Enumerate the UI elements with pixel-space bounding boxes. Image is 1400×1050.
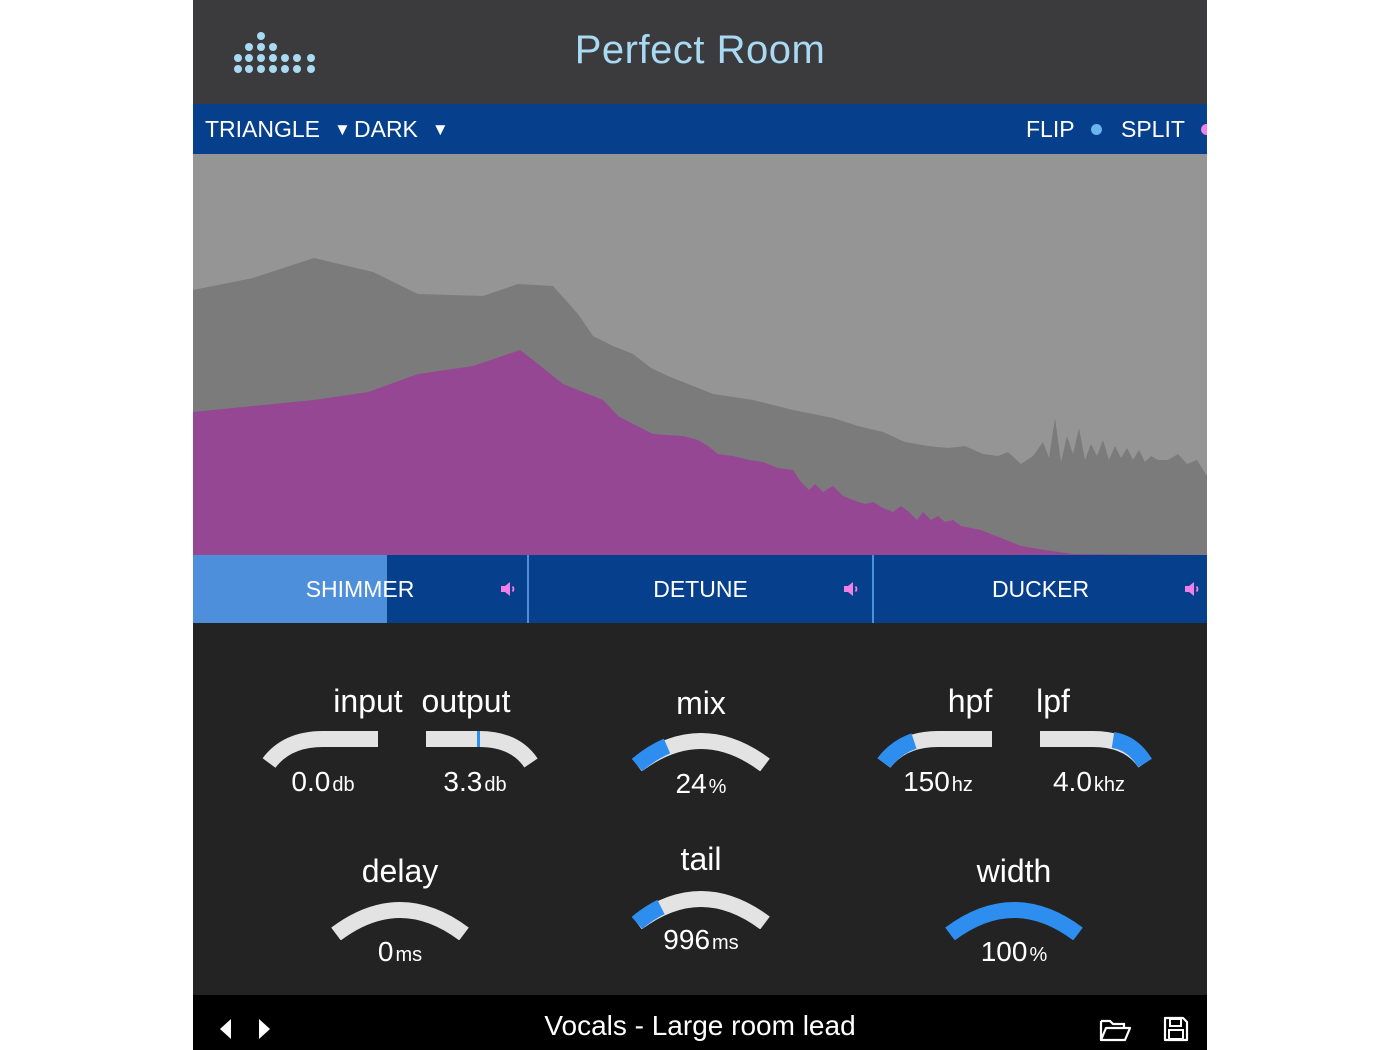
mix-value: 24% xyxy=(675,768,727,799)
preset-name[interactable]: Vocals - Large room lead xyxy=(193,1010,1207,1042)
lpf-knob[interactable] xyxy=(1031,725,1157,769)
width-knob[interactable] xyxy=(942,898,1086,940)
shape-dropdown-label: TRIANGLE xyxy=(205,116,321,142)
plugin-window: Perfect Room TRIANGLE ▼ DARK ▼ FLIP SPLI… xyxy=(193,0,1207,1050)
hpf-knob[interactable] xyxy=(876,725,1002,769)
delay-label: delay xyxy=(361,853,439,889)
speaker-icon[interactable] xyxy=(499,580,517,598)
header-bar: Perfect Room xyxy=(193,0,1207,104)
controls-panel: input 0.0 db output 3.3 db mix 24% hpf 150… xyxy=(193,623,1207,995)
tail-label: tail xyxy=(680,841,722,877)
output-label: output xyxy=(421,683,511,719)
input-value: 0.0 db xyxy=(291,766,355,797)
lpf-value: 4.0 khz xyxy=(1052,766,1126,797)
tab-shimmer[interactable]: SHIMMER xyxy=(193,555,527,623)
save-icon[interactable] xyxy=(1163,1016,1189,1042)
flip-label: FLIP xyxy=(1026,116,1075,142)
tab-ducker-label: DUCKER xyxy=(991,576,1090,602)
width-value: 100% xyxy=(980,936,1048,967)
tab-detune[interactable]: DETUNE xyxy=(529,555,872,623)
delay-value: 0 ms xyxy=(377,936,423,967)
mix-knob[interactable] xyxy=(629,729,773,771)
app-title: Perfect Room xyxy=(574,28,826,72)
toolbar: TRIANGLE ▼ DARK ▼ FLIP SPLIT xyxy=(193,104,1207,154)
speaker-icon[interactable] xyxy=(1183,580,1201,598)
open-folder-icon[interactable] xyxy=(1099,1017,1131,1043)
split-label: SPLIT xyxy=(1121,116,1185,142)
tab-ducker[interactable]: DUCKER xyxy=(874,555,1207,623)
width-label: width xyxy=(976,853,1052,889)
caret-down-icon: ▼ xyxy=(431,119,449,139)
mix-label: mix xyxy=(676,685,726,721)
lpf-label: lpf xyxy=(1036,683,1070,719)
theme-dropdown[interactable]: DARK ▼ xyxy=(354,116,449,143)
flip-indicator-dot xyxy=(1090,124,1102,135)
tab-detune-label: DETUNE xyxy=(653,576,748,602)
tail-knob[interactable] xyxy=(629,887,773,929)
delay-knob[interactable] xyxy=(328,898,472,940)
split-indicator-dot xyxy=(1200,124,1207,135)
output-value: 3.3 db xyxy=(443,766,507,797)
preset-bar: Vocals - Large room lead xyxy=(193,995,1207,1050)
hpf-value: 150 hz xyxy=(903,766,973,797)
effects-tab-bar: SHIMMER DETUNE DUCKER xyxy=(193,555,1207,623)
tail-value: 996 ms xyxy=(663,924,739,955)
shape-dropdown[interactable]: TRIANGLE ▼ xyxy=(205,116,351,143)
spectrum-display xyxy=(193,154,1207,555)
tab-shimmer-label: SHIMMER xyxy=(305,576,415,602)
input-knob[interactable] xyxy=(261,725,387,769)
flip-toggle[interactable]: FLIP xyxy=(1026,116,1102,143)
split-toggle[interactable]: SPLIT xyxy=(1121,116,1207,143)
output-knob[interactable] xyxy=(417,725,543,769)
theme-dropdown-label: DARK xyxy=(354,116,418,142)
speaker-icon[interactable] xyxy=(842,580,860,598)
caret-down-icon: ▼ xyxy=(334,119,351,139)
